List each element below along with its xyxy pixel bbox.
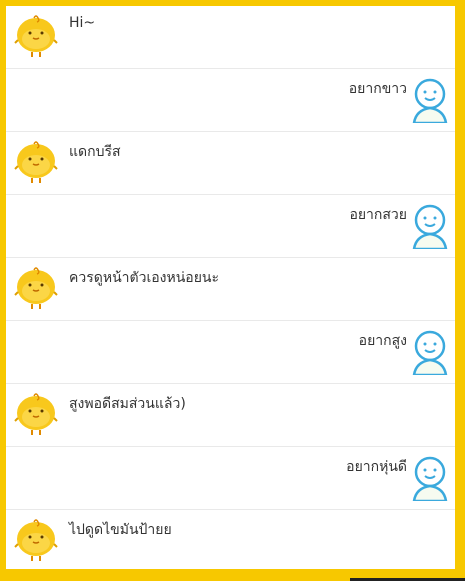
chat-message-user: อยากสวย [6,195,455,258]
user-outline-avatar-icon [412,330,448,375]
chat-message-user: อยากขาว [6,69,455,132]
yellow-chick-avatar-icon [14,267,58,309]
chat-message-bot: Hi~ [6,6,455,69]
message-text: อยากสวย [349,207,407,223]
message-text: ควรดูหน้าตัวเองหน่อยนะ [69,270,219,286]
message-text: อยากขาว [348,81,407,97]
message-text: แดกบรีส [69,144,121,160]
message-text: ไปดูดไขมันป้ายย [69,522,172,538]
user-outline-avatar-icon [412,78,448,123]
chat-message-user: อยากสูง [6,321,455,384]
yellow-chick-avatar-icon [14,141,58,183]
message-text: สูงพอดีสมส่วนแล้ว) [69,396,186,412]
chat-message-bot: ควรดูหน้าตัวเองหน่อยนะ [6,258,455,321]
message-text: อยากสูง [358,333,407,349]
chat-window: Hi~ อยากขาว แดกบรีส อยากสวย ควรดูหน้าตัว… [6,6,455,569]
yellow-chick-avatar-icon [14,519,58,561]
message-text: อยากหุ่นดี [346,459,407,475]
yellow-chick-avatar-icon [14,15,58,57]
user-outline-avatar-icon [412,456,448,501]
chat-message-bot: ไปดูดไขมันป้ายย [6,510,455,569]
user-outline-avatar-icon [412,204,448,249]
chat-message-bot: แดกบรีส [6,132,455,195]
chat-message-bot: สูงพอดีสมส่วนแล้ว) [6,384,455,447]
chat-message-user: อยากหุ่นดี [6,447,455,510]
yellow-chick-avatar-icon [14,393,58,435]
message-text: Hi~ [69,15,96,31]
